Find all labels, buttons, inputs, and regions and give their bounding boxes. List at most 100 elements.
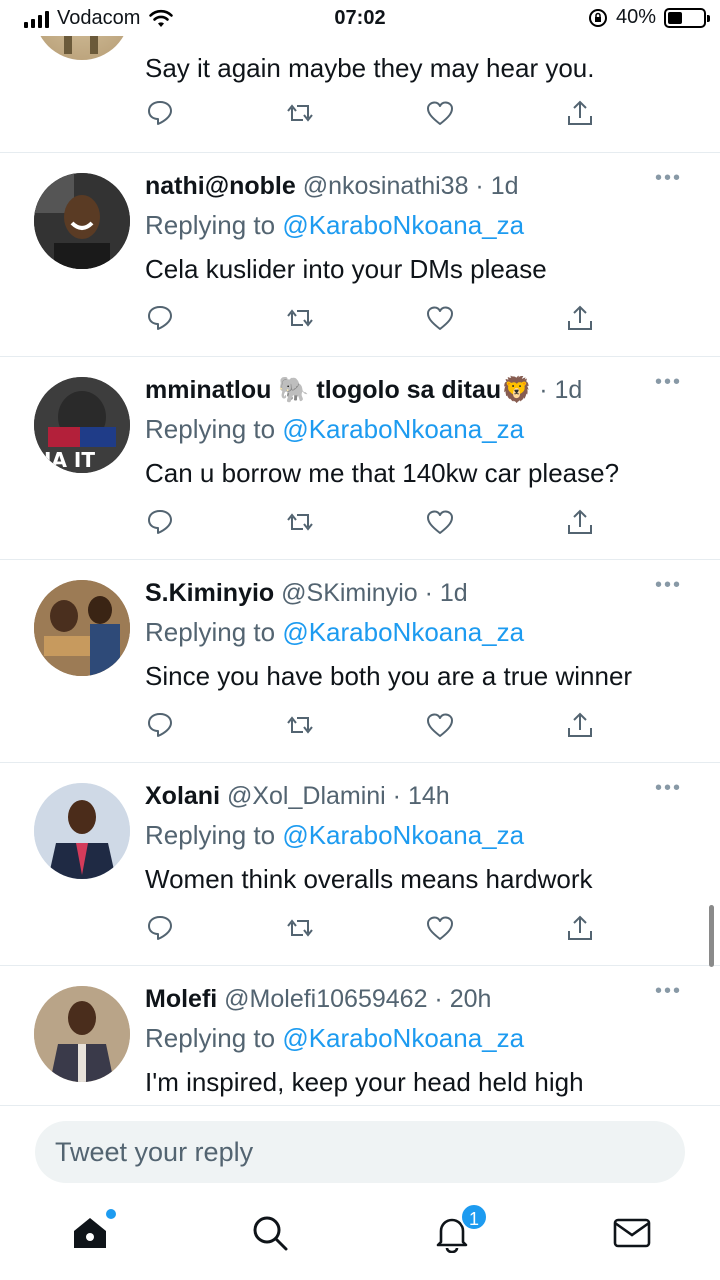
tweet-time: 20h bbox=[449, 985, 492, 1013]
reply-icon[interactable] bbox=[145, 303, 177, 335]
mention-link[interactable]: @KaraboNkoana_za bbox=[282, 820, 524, 850]
separator-dot: · bbox=[427, 985, 450, 1013]
replying-to: Replying to @KaraboNkoana_za bbox=[145, 1022, 690, 1054]
like-icon[interactable] bbox=[425, 507, 457, 539]
reply-icon[interactable] bbox=[145, 710, 177, 742]
more-options-icon[interactable]: ••• bbox=[655, 574, 682, 597]
separator-dot: · bbox=[532, 376, 555, 404]
replying-to: Replying to @KaraboNkoana_za bbox=[145, 819, 690, 851]
like-icon[interactable] bbox=[425, 710, 457, 742]
tweet-text: I'm inspired, keep your head held high bbox=[145, 1067, 584, 1097]
share-icon[interactable] bbox=[565, 98, 597, 130]
replying-prefix: Replying to bbox=[145, 617, 276, 647]
tweet-actions bbox=[145, 303, 595, 337]
nav-messages[interactable] bbox=[612, 1213, 654, 1255]
orientation-lock-icon bbox=[588, 8, 607, 27]
user-name[interactable]: nathi@noble bbox=[145, 172, 296, 200]
battery-percent: 40% bbox=[615, 6, 656, 28]
nav-notifications[interactable]: 1 bbox=[432, 1203, 488, 1255]
user-name[interactable]: mminatlou 🐘 tlogolo sa ditau🦁 bbox=[145, 376, 532, 404]
mail-icon bbox=[613, 1218, 651, 1248]
tweet-actions bbox=[145, 507, 595, 541]
share-icon[interactable] bbox=[565, 303, 597, 335]
tweet-header: nathi@noble @nkosinathi38 · 1d bbox=[145, 171, 690, 201]
mention-link[interactable]: @KaraboNkoana_za bbox=[282, 1023, 524, 1053]
replying-prefix: Replying to bbox=[145, 1023, 276, 1053]
reply-icon[interactable] bbox=[145, 98, 177, 130]
scrollbar[interactable] bbox=[709, 905, 714, 967]
reply-icon[interactable] bbox=[145, 507, 177, 539]
share-icon[interactable] bbox=[565, 507, 597, 539]
tweet-actions bbox=[145, 98, 595, 132]
replying-to: Replying to @KaraboNkoana_za bbox=[145, 616, 690, 648]
more-options-icon[interactable]: ••• bbox=[655, 777, 682, 800]
tweet-header: Xolani @Xol_Dlamini · 14h bbox=[145, 781, 690, 811]
battery-group: 40% bbox=[588, 6, 710, 29]
avatar[interactable] bbox=[34, 173, 130, 269]
status-bar: Vodacom 07:02 40% bbox=[0, 0, 720, 36]
tweet-actions bbox=[145, 710, 595, 744]
share-icon[interactable] bbox=[565, 913, 597, 945]
mention-link[interactable]: @KaraboNkoana_za bbox=[282, 617, 524, 647]
tweet-card[interactable]: Xolani @Xol_Dlamini · 14h Replying to @K… bbox=[0, 763, 720, 966]
avatar[interactable] bbox=[34, 783, 130, 879]
retweet-icon[interactable] bbox=[285, 98, 317, 130]
user-name[interactable]: Xolani bbox=[145, 782, 220, 810]
more-options-icon[interactable]: ••• bbox=[655, 980, 682, 1003]
tweet-card[interactable]: nathi@noble @nkosinathi38 · 1d Replying … bbox=[0, 153, 720, 357]
user-handle[interactable]: @nkosinathi38 bbox=[303, 172, 469, 200]
user-handle[interactable]: @Molefi10659462 bbox=[224, 985, 427, 1013]
reply-feed[interactable]: Say it again maybe they may hear you. na… bbox=[0, 0, 720, 1105]
mention-link[interactable]: @KaraboNkoana_za bbox=[282, 210, 524, 240]
like-icon[interactable] bbox=[425, 303, 457, 335]
separator-dot: · bbox=[385, 782, 408, 810]
home-icon bbox=[74, 1218, 106, 1248]
mention-link[interactable]: @KaraboNkoana_za bbox=[282, 414, 524, 444]
nav-home[interactable] bbox=[70, 1209, 116, 1255]
reply-composer bbox=[0, 1105, 720, 1195]
tweet-card[interactable]: S.Kiminyio @SKiminyio · 1d Replying to @… bbox=[0, 560, 720, 763]
retweet-icon[interactable] bbox=[285, 710, 317, 742]
tweet-time: 1d bbox=[439, 579, 468, 607]
tweet-text: Can u borrow me that 140kw car please? bbox=[145, 458, 620, 488]
share-icon[interactable] bbox=[565, 710, 597, 742]
replying-prefix: Replying to bbox=[145, 414, 276, 444]
avatar[interactable]: IA IT bbox=[34, 377, 130, 473]
tweet-time: 14h bbox=[407, 782, 450, 810]
retweet-icon[interactable] bbox=[285, 303, 317, 335]
retweet-icon[interactable] bbox=[285, 913, 317, 945]
reply-icon[interactable] bbox=[145, 913, 177, 945]
like-icon[interactable] bbox=[425, 913, 457, 945]
like-icon[interactable] bbox=[425, 98, 457, 130]
avatar[interactable] bbox=[34, 580, 130, 676]
replying-prefix: Replying to bbox=[145, 820, 276, 850]
tweet-text: Women think overalls means hardwork bbox=[145, 864, 593, 894]
notification-badge: 1 bbox=[460, 1203, 488, 1231]
tweet-actions bbox=[145, 913, 595, 947]
tweet-card[interactable]: IA IT mminatlou 🐘 tlogolo sa ditau🦁 · 1d… bbox=[0, 357, 720, 560]
tweet-time: 1d bbox=[554, 376, 583, 404]
more-options-icon[interactable]: ••• bbox=[655, 167, 682, 190]
user-name[interactable]: S.Kiminyio bbox=[145, 579, 274, 607]
tweet-card[interactable]: Molefi @Molefi10659462 · 20h Replying to… bbox=[0, 966, 720, 1105]
reply-input[interactable] bbox=[35, 1121, 685, 1183]
more-options-icon[interactable]: ••• bbox=[655, 371, 682, 394]
replying-prefix: Replying to bbox=[145, 210, 276, 240]
tweet-header: mminatlou 🐘 tlogolo sa ditau🦁 · 1d bbox=[145, 375, 690, 405]
home-new-indicator bbox=[106, 1209, 116, 1219]
user-handle[interactable]: @SKiminyio bbox=[281, 579, 418, 607]
retweet-icon[interactable] bbox=[285, 507, 317, 539]
tweet-text: Since you have both you are a true winne… bbox=[145, 661, 633, 691]
separator-dot: · bbox=[468, 172, 491, 200]
user-handle[interactable]: @Xol_Dlamini bbox=[227, 782, 386, 810]
user-name[interactable]: Molefi bbox=[145, 985, 217, 1013]
replying-to: Replying to @KaraboNkoana_za bbox=[145, 413, 690, 445]
search-icon bbox=[253, 1216, 288, 1251]
nav-search[interactable] bbox=[250, 1213, 292, 1255]
battery-icon bbox=[664, 7, 710, 28]
tweet-text: Say it again maybe they may hear you. bbox=[145, 53, 595, 83]
tweet-time: 1d bbox=[490, 172, 519, 200]
separator-dot: · bbox=[417, 579, 440, 607]
tweet-header: S.Kiminyio @SKiminyio · 1d bbox=[145, 578, 690, 608]
avatar[interactable] bbox=[34, 986, 130, 1082]
